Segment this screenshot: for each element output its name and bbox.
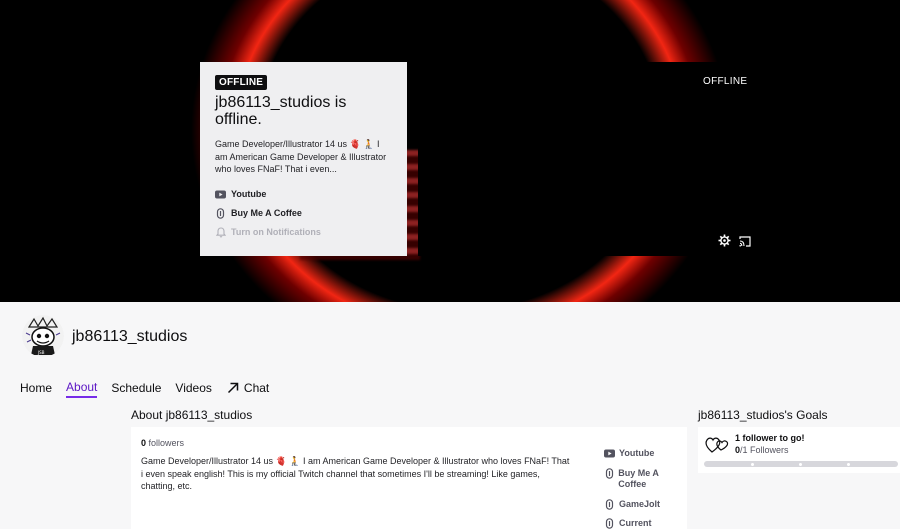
channel-nav: Home About Schedule Videos Chat <box>20 378 269 398</box>
offline-banner: OFFLINE jb86113_studios is offline. Game… <box>0 0 900 302</box>
followers-count: 0 followers <box>141 438 184 448</box>
offline-info-card: OFFLINE jb86113_studios is offline. Game… <box>200 62 407 256</box>
goals-heading: jb86113_studios's Goals <box>698 408 828 422</box>
tab-home[interactable]: Home <box>20 378 52 398</box>
tab-schedule[interactable]: Schedule <box>111 378 161 398</box>
card-link-label: Buy Me A Coffee <box>231 208 302 218</box>
cast-icon[interactable] <box>739 234 751 252</box>
link-icon <box>604 518 615 529</box>
turn-on-notifications-button[interactable]: Turn on Notifications <box>215 226 392 238</box>
social-link-gamejolt[interactable]: GameJolt <box>604 499 684 511</box>
offline-badge: OFFLINE <box>215 75 268 90</box>
hearts-icon <box>704 433 730 460</box>
social-link-label: Youtube <box>619 448 655 458</box>
social-link-label: Buy Me A Coffee <box>618 467 659 490</box>
social-link-label: Current <box>619 518 652 528</box>
social-links: Youtube Buy Me A Coffee GameJolt Current <box>604 448 684 529</box>
link-icon <box>604 498 615 510</box>
link-icon <box>604 467 614 479</box>
social-link-buy-me-a-coffee[interactable]: Buy Me A Coffee <box>604 468 684 491</box>
goal-title: 1 follower to go! <box>735 433 805 443</box>
tab-videos[interactable]: Videos <box>175 378 211 398</box>
goal-card: 1 follower to go! 0/1 Followers <box>698 427 900 473</box>
player-status-text: OFFLINE <box>703 76 748 87</box>
channel-avatar[interactable]: JSB <box>22 315 64 357</box>
social-link-youtube[interactable]: Youtube <box>604 448 684 460</box>
followers-label: followers <box>148 438 185 448</box>
goal-milestone-dot <box>847 462 850 466</box>
offline-title: jb86113_studios is offline. <box>215 94 347 128</box>
social-link-label: GameJolt <box>619 498 661 509</box>
goal-milestone-dot <box>799 462 802 466</box>
goal-progress-bar <box>704 461 898 467</box>
link-icon <box>215 207 226 219</box>
about-heading: About jb86113_studios <box>131 408 253 422</box>
card-link-label: Youtube <box>231 189 267 199</box>
bell-icon <box>215 226 226 238</box>
channel-name: jb86113_studios <box>72 328 188 345</box>
youtube-icon <box>215 189 226 200</box>
goal-progress-text: 0/1 Followers <box>735 445 789 455</box>
social-link-current[interactable]: Current <box>604 518 684 529</box>
youtube-icon <box>604 448 615 459</box>
about-description: Game Developer/Illustrator 14 us 🫀 🧎 I a… <box>141 456 570 491</box>
goal-progress-rest: /1 Followers <box>740 445 789 455</box>
tab-about[interactable]: About <box>66 378 98 398</box>
avatar-image: JSB <box>22 315 64 357</box>
tab-chat[interactable]: Chat <box>226 378 269 398</box>
svg-text:JSB: JSB <box>37 350 45 355</box>
followers-number: 0 <box>141 438 147 448</box>
offline-description: Game Developer/Illustrator 14 us 🫀 🧎 I a… <box>215 139 387 174</box>
tab-chat-label: Chat <box>243 381 270 395</box>
arrow-up-right-icon <box>226 381 240 395</box>
notifications-label: Turn on Notifications <box>231 227 321 237</box>
card-link-youtube[interactable]: Youtube <box>215 189 392 200</box>
card-link-buy-me-a-coffee[interactable]: Buy Me A Coffee <box>215 207 392 219</box>
video-player[interactable]: OFFLINE <box>418 62 752 256</box>
about-panel: 0 followers Game Developer/Illustrator 1… <box>131 427 687 529</box>
goal-milestone-dot <box>751 462 754 466</box>
settings-gear-icon[interactable] <box>718 234 731 252</box>
